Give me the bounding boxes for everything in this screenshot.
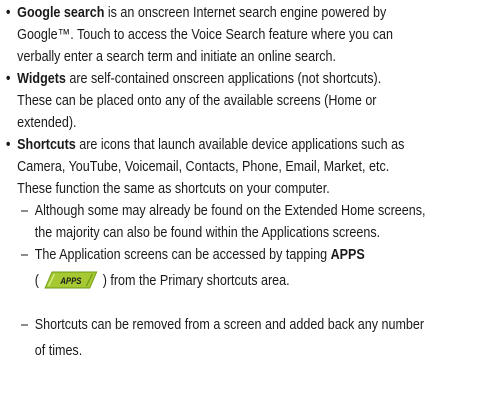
apps-button-icon: APPS — [44, 271, 98, 289]
bullet-text: extended). — [17, 115, 77, 131]
bullet-marker: • — [6, 71, 11, 87]
bullet-text: Google™. Touch to access the Voice Searc… — [17, 27, 394, 43]
term-shortcuts: Shortcuts — [17, 137, 76, 153]
subitem-text: Shortcuts can be removed from a screen a… — [34, 317, 425, 333]
dash-marker: – — [21, 247, 28, 263]
bullet-text: These function the same as shortcuts on … — [17, 181, 330, 197]
subitem-remove-shortcuts: – Shortcuts can be removed from a screen … — [21, 314, 424, 362]
bullet-text: are icons that launch available device a… — [75, 137, 405, 153]
dash-marker: – — [21, 203, 28, 219]
bullet-google-search: • Google search is an onscreen Internet s… — [6, 2, 415, 68]
subitem-text: ) from the Primary shortcuts area. — [102, 273, 290, 289]
bullet-widgets: • Widgets are self-contained onscreen app… — [6, 68, 415, 134]
subitem-text: the majority can also be found within th… — [34, 225, 381, 241]
subitem-apps-access: – The Application screens can be accessed… — [21, 244, 365, 292]
bullet-shortcuts: • Shortcuts are icons that launch availab… — [6, 134, 415, 200]
bullet-marker: • — [6, 5, 11, 21]
apps-icon-graphic: APPS — [44, 271, 98, 289]
subitem-extended-home: – Although some may already be found on t… — [21, 200, 425, 244]
bullet-marker: • — [6, 137, 11, 153]
term-widgets: Widgets — [17, 71, 66, 87]
subitem-text: Although some may already be found on th… — [34, 203, 426, 219]
dash-marker: – — [21, 317, 28, 333]
subitem-text: The Application screens can be accessed … — [34, 247, 331, 263]
apps-icon-label: APPS — [59, 275, 81, 286]
bullet-text: Camera, YouTube, Voicemail, Contacts, Ph… — [17, 159, 390, 175]
bullet-text: verbally enter a search term and initiat… — [17, 49, 337, 65]
apps-term: APPS — [330, 247, 365, 263]
subitem-text: of times. — [34, 343, 83, 359]
bullet-text: is an onscreen Internet search engine po… — [104, 5, 387, 21]
term-google-search: Google search — [17, 5, 105, 21]
document-page: • Google search is an onscreen Internet s… — [0, 0, 487, 407]
bullet-text: are self-contained onscreen applications… — [65, 71, 382, 87]
open-paren: ( — [34, 273, 39, 289]
bullet-text: These can be placed onto any of the avai… — [17, 93, 377, 109]
